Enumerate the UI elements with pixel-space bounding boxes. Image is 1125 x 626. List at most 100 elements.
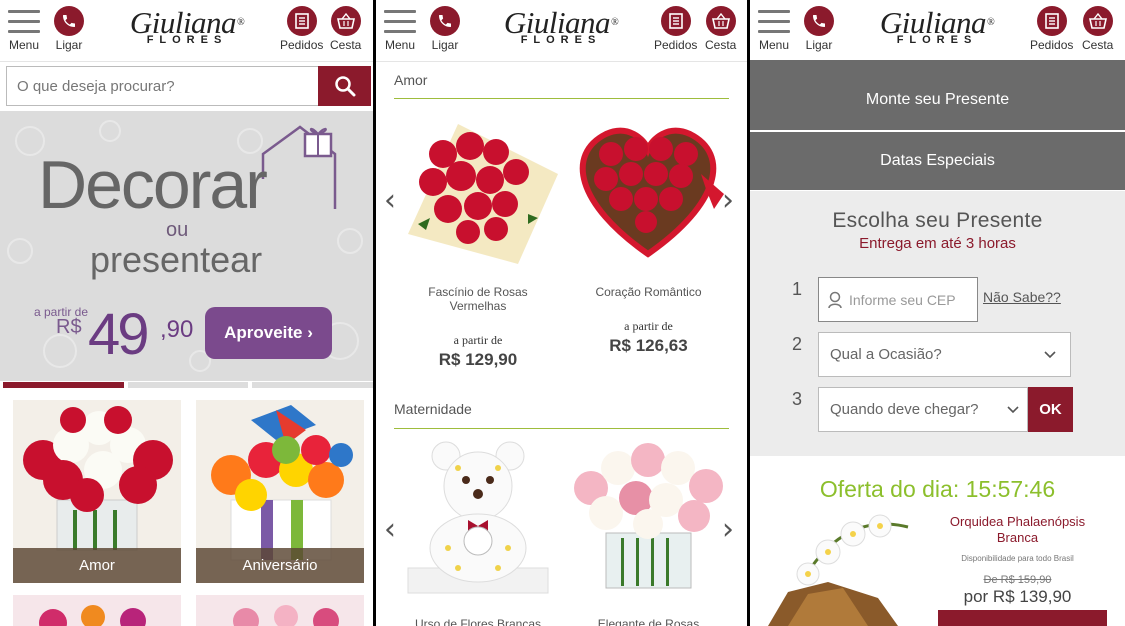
menu-screen: Menu Ligar Giuliana® FLORES Pedidos Cest… — [750, 0, 1125, 626]
occasion-value: Qual a Ocasião? — [830, 346, 942, 363]
offer-name-line2: Branca — [996, 530, 1039, 545]
carousel-dot-2[interactable] — [127, 382, 249, 388]
step-number-2: 2 — [792, 334, 803, 354]
cart-button[interactable]: Cesta — [705, 6, 736, 52]
offer-old-price: De R$ 159,90 — [983, 574, 1052, 586]
logo[interactable]: Giuliana® FLORES — [488, 7, 634, 46]
call-button[interactable]: Ligar — [804, 6, 834, 52]
search-bar — [6, 66, 371, 106]
header: Menu Ligar Giuliana® FLORES Pedidos Cest… — [0, 0, 373, 62]
logo-reg: ® — [611, 17, 619, 28]
offer-product-name[interactable]: Orquidea Phalaenópsis Branca — [940, 514, 1095, 546]
ok-button[interactable]: OK — [1028, 387, 1073, 432]
search-button[interactable] — [318, 66, 371, 106]
cep-help-link[interactable]: Não Sabe?? — [983, 289, 1061, 305]
header: Menu Ligar Giuliana® FLORES Pedidos Cest… — [750, 0, 1125, 60]
menu-item-monte-seu-presente[interactable]: Monte seu Presente — [750, 70, 1125, 130]
category-tile-4[interactable] — [196, 595, 364, 626]
orders-button[interactable]: Pedidos — [1030, 6, 1073, 52]
hamburger-icon — [384, 6, 416, 36]
product-card[interactable]: Elegante de Rosas — [566, 438, 731, 626]
phone-icon — [430, 6, 460, 36]
orders-icon — [286, 6, 317, 36]
section-divider — [394, 428, 729, 429]
product-name[interactable]: Coração Romântico — [566, 285, 731, 299]
logo-reg: ® — [987, 17, 995, 28]
product-name[interactable]: Urso de Flores Brancas — [398, 617, 558, 626]
hamburger-icon — [8, 6, 40, 36]
search-icon — [334, 76, 355, 97]
chevron-down-icon — [1007, 405, 1019, 413]
category-tile-3[interactable] — [13, 595, 181, 626]
menu-button[interactable]: Menu — [8, 6, 40, 52]
menu-button[interactable]: Menu — [384, 6, 416, 52]
product-name-line2[interactable]: Vermelhas — [398, 299, 558, 313]
phone-icon — [804, 6, 834, 36]
category-tile-amor[interactable]: Amor — [13, 400, 181, 583]
banner-currency: R$ — [56, 316, 82, 338]
promo-banner[interactable]: Decorar ou presentear a partir de R$ 49 … — [0, 111, 373, 381]
pink-roses-vase-image — [574, 443, 723, 589]
logo[interactable]: Giuliana® FLORES — [114, 7, 260, 46]
flowers-image — [39, 605, 146, 626]
product-name[interactable]: Elegante de Rosas — [566, 617, 731, 626]
search-input[interactable] — [7, 67, 317, 105]
cart-button[interactable]: Cesta — [1082, 6, 1113, 52]
category-label-amor: Amor — [13, 548, 181, 583]
carousel-dot-1[interactable] — [3, 382, 124, 388]
orders-label: Pedidos — [654, 38, 698, 52]
menu-button[interactable]: Menu — [758, 6, 790, 52]
basket-icon — [1082, 6, 1113, 36]
product-name[interactable]: Fascínio de Rosas — [398, 285, 558, 299]
call-label: Ligar — [55, 38, 83, 52]
product-card[interactable]: Fascínio de Rosas Vermelhas a partir de … — [398, 114, 558, 370]
category-tile-aniversario[interactable]: Aniversário — [196, 400, 364, 583]
flower-bear-image — [407, 441, 549, 594]
call-label: Ligar — [805, 38, 833, 52]
category-label-aniversario: Aniversário — [196, 548, 364, 583]
cep-input[interactable]: Informe seu CEP — [818, 277, 978, 322]
phone-icon — [54, 6, 84, 36]
section-title-maternidade[interactable]: Maternidade — [394, 401, 472, 417]
menu-label: Menu — [8, 38, 40, 52]
orders-icon — [1036, 6, 1067, 36]
orders-button[interactable]: Pedidos — [280, 6, 323, 52]
step-number-1: 1 — [792, 279, 803, 299]
header: Menu Ligar Giuliana® FLORES Pedidos Cest… — [376, 0, 747, 62]
delivery-date-select[interactable]: Quando deve chegar? — [818, 387, 1028, 432]
carousel-prev-icon[interactable]: ‹ — [384, 183, 396, 218]
carousel-dot-3[interactable] — [252, 382, 373, 388]
product-card[interactable]: Urso de Flores Brancas — [398, 438, 558, 626]
orders-label: Pedidos — [1030, 38, 1074, 52]
form-subtitle: Entrega em até 3 horas — [859, 235, 1016, 252]
section-divider — [394, 98, 729, 99]
menu-top-strip — [750, 60, 1125, 70]
flowers-image — [233, 605, 339, 626]
section-title-amor[interactable]: Amor — [394, 72, 427, 88]
orchid-image[interactable] — [768, 512, 928, 626]
banner-price: 49 — [88, 302, 149, 367]
offer-availability: Disponibilidade para todo Brasil — [961, 554, 1074, 563]
product-card[interactable]: Coração Romântico a partir de R$ 126,63 — [566, 114, 731, 356]
orders-button[interactable]: Pedidos — [654, 6, 697, 52]
banner-cta-button[interactable]: Aproveite › — [205, 307, 332, 359]
heart-box-roses-image — [579, 127, 724, 258]
red-roses-bouquet-image — [408, 124, 558, 264]
carousel-indicator — [3, 382, 373, 388]
carousel-prev-icon[interactable]: ‹ — [384, 512, 396, 547]
logo[interactable]: Giuliana® FLORES — [864, 7, 1010, 46]
location-pin-icon — [828, 291, 842, 308]
product-price: R$ 129,90 — [438, 350, 518, 369]
form-title: Escolha seu Presente — [832, 209, 1043, 232]
call-button[interactable]: Ligar — [54, 6, 84, 52]
call-button[interactable]: Ligar — [430, 6, 460, 52]
offer-buy-button[interactable] — [938, 610, 1107, 626]
cart-button[interactable]: Cesta — [330, 6, 361, 52]
offer-name-line1: Orquidea Phalaenópsis — [949, 514, 1086, 529]
occasion-select[interactable]: Qual a Ocasião? — [818, 332, 1071, 377]
step-number-3: 3 — [792, 389, 803, 409]
product-price-prefix: a partir de — [624, 319, 673, 333]
hamburger-icon — [758, 6, 790, 36]
menu-item-datas-especiais[interactable]: Datas Especiais — [750, 132, 1125, 190]
gift-finder-form: Escolha seu Presente Entrega em até 3 ho… — [750, 191, 1125, 456]
